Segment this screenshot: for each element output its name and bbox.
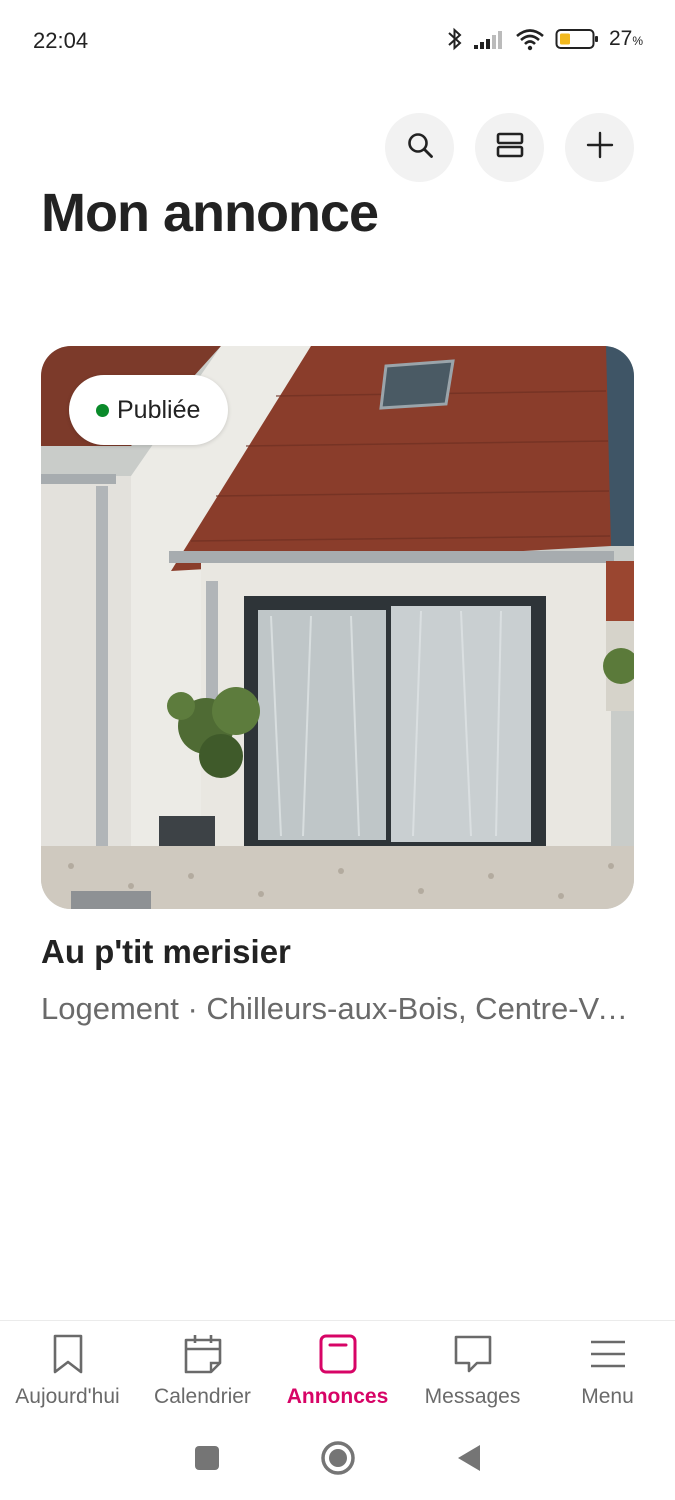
nav-label-calendar: Calendrier — [154, 1385, 251, 1408]
listing-card[interactable]: Publiée Au p'tit merisier Logement · Chi… — [41, 346, 634, 1027]
message-icon — [452, 1333, 494, 1375]
layout-toggle-button[interactable] — [475, 113, 544, 182]
add-listing-button[interactable] — [565, 113, 634, 182]
layout-icon — [496, 131, 524, 164]
page-title: Mon annonce — [41, 183, 379, 243]
signal-icon — [473, 28, 505, 50]
listing-photo[interactable]: Publiée — [41, 346, 634, 909]
home-icon[interactable] — [320, 1440, 356, 1481]
nav-item-menu[interactable]: Menu — [540, 1321, 675, 1420]
nav-item-today[interactable]: Aujourd'hui — [0, 1321, 135, 1420]
listing-title: Au p'tit merisier — [41, 933, 291, 970]
status-bar: 22:04 27% — [0, 0, 675, 80]
status-label: Publiée — [117, 395, 201, 424]
nav-item-listings[interactable]: Annonces — [270, 1321, 405, 1420]
nav-label-today: Aujourd'hui — [15, 1385, 120, 1408]
status-time: 22:04 — [33, 28, 89, 53]
plus-icon — [586, 131, 614, 164]
menu-icon — [588, 1333, 628, 1375]
calendar-icon — [183, 1333, 223, 1375]
battery-percent: 27% — [608, 27, 643, 50]
status-badge: Publiée — [69, 375, 229, 445]
listing-icon — [318, 1333, 358, 1375]
nav-label-listings: Annonces — [286, 1385, 389, 1408]
listing-subtitle: Logement · Chilleurs-aux-Bois, Centre-Va… — [41, 991, 634, 1026]
nav-item-messages[interactable]: Messages — [405, 1321, 540, 1420]
back-icon[interactable] — [456, 1443, 482, 1478]
recents-icon[interactable] — [194, 1445, 220, 1476]
search-button[interactable] — [385, 113, 454, 182]
nav-label-menu: Menu — [581, 1385, 634, 1408]
system-nav — [0, 1420, 675, 1500]
battery-icon — [555, 28, 599, 50]
header-actions — [385, 113, 634, 182]
status-icons: 27% — [447, 26, 643, 52]
wifi-icon — [515, 27, 545, 51]
nav-item-calendar[interactable]: Calendrier — [135, 1321, 270, 1420]
nav-label-messages: Messages — [424, 1385, 521, 1408]
bottom-nav: Aujourd'hui Calendrier Annonces Messages… — [0, 1320, 675, 1420]
search-icon — [406, 131, 434, 164]
bluetooth-icon — [447, 26, 463, 52]
bookmark-icon — [51, 1333, 85, 1375]
status-dot — [96, 403, 109, 417]
